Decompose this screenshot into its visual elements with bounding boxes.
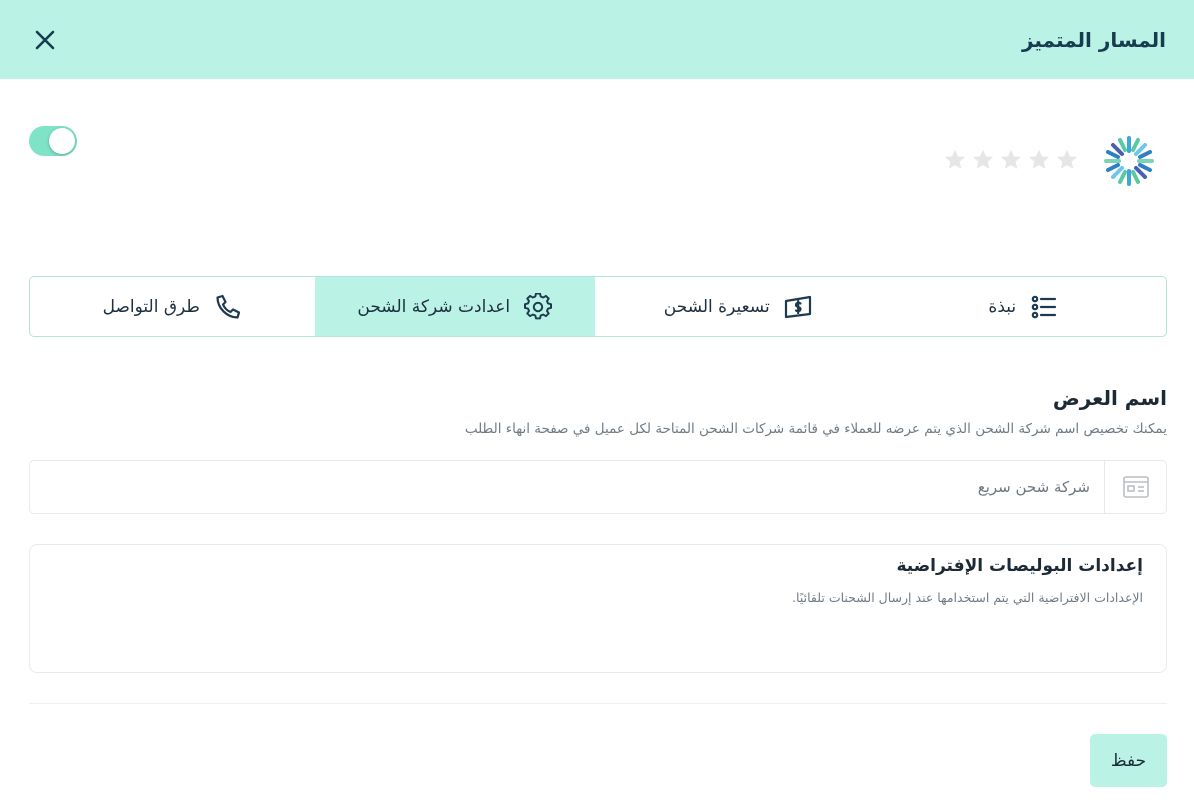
tab-about[interactable]: نبذة (881, 277, 1167, 336)
divider (29, 703, 1167, 704)
tab-shipping-pricing[interactable]: تسعيرة الشحن (595, 277, 881, 336)
rating-stars (942, 147, 1080, 173)
star-icon (1000, 149, 1022, 169)
display-name-title: اسم العرض (1052, 386, 1167, 410)
display-name-field (29, 460, 1167, 514)
star-icon (1056, 149, 1078, 169)
toggle-knob (49, 128, 75, 154)
close-button[interactable] (30, 25, 60, 55)
id-card-icon (1122, 476, 1149, 498)
display-name-icon-box (1104, 461, 1166, 513)
default-policies-title: إعدادات البوليصات الإفتراضية (896, 556, 1143, 576)
phone-icon (216, 294, 241, 319)
star-icon (1028, 149, 1050, 169)
modal-header: المسار المتميز (0, 0, 1194, 79)
tab-shipping-pricing-label: تسعيرة الشحن (663, 296, 770, 317)
tab-carrier-settings[interactable]: اعدادت شركة الشحن (314, 277, 595, 336)
star-icon (972, 149, 994, 169)
close-icon (35, 30, 55, 49)
money-icon (784, 295, 811, 318)
gear-icon (524, 292, 553, 319)
settings-tabs: نبذة تسعيرة الشحن اعدادت شركة الشحن طرق … (29, 276, 1167, 337)
default-policies-card: إعدادات البوليصات الإفتراضية الإعدادات ا… (29, 544, 1167, 673)
tab-contact-methods-label: طرق التواصل (102, 296, 200, 317)
display-name-description: يمكنك تخصيص اسم شركة الشحن الذي يتم عرضه… (464, 421, 1167, 437)
tab-contact-methods[interactable]: طرق التواصل (30, 277, 315, 336)
snowflake-logo-icon (1104, 136, 1154, 186)
tab-about-label: نبذة (988, 296, 1017, 317)
enable-toggle[interactable] (29, 126, 77, 156)
star-icon (944, 149, 966, 169)
list-icon (1031, 295, 1057, 318)
save-button[interactable]: حفظ (1090, 734, 1167, 787)
default-policies-description: الإعدادات الافتراضية التي يتم استخدامها … (792, 590, 1143, 605)
tab-carrier-settings-label: اعدادت شركة الشحن (357, 296, 511, 317)
display-name-input[interactable] (30, 461, 1104, 513)
modal-title: المسار المتميز (1021, 27, 1166, 52)
